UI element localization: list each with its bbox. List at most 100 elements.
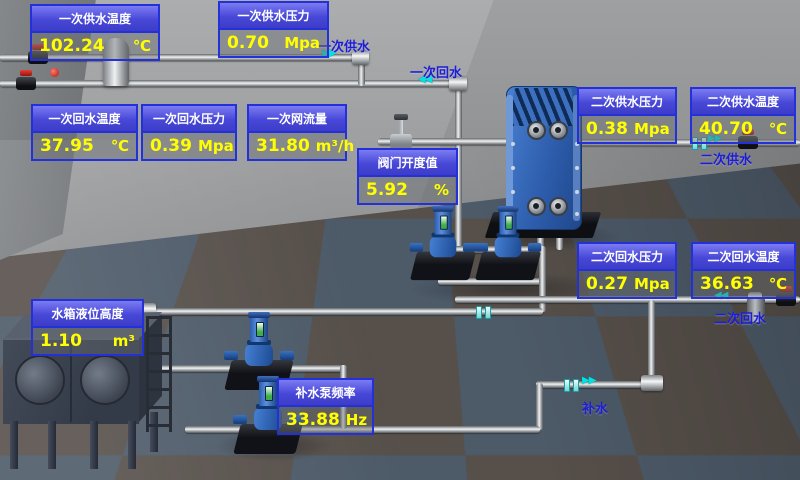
circulation-pump-2[interactable] xyxy=(479,208,538,280)
hx-port-bottom-right xyxy=(549,197,568,216)
tank-leg xyxy=(90,421,98,469)
pipe-makeup xyxy=(536,381,656,388)
pump-inlet-stub xyxy=(475,243,488,252)
pump-status-indicator xyxy=(440,216,448,230)
gauge-primary-supply-pressure: 一次供水压力 0.70 Mpa xyxy=(218,1,329,58)
pump-outlet-stub xyxy=(280,351,294,360)
gauge-value-row: 37.95 ℃ xyxy=(33,133,136,159)
gauge-value: 0.27 xyxy=(586,274,628,294)
gauge-unit: m³/h xyxy=(316,137,354,155)
gauge-value-row: 1.10 m³ xyxy=(33,328,142,354)
gauge-value: 31.80 xyxy=(256,136,310,156)
pump-motor xyxy=(259,379,277,406)
pipe-label-secondary-return: 二次回水 xyxy=(714,308,766,327)
gauge-primary-flow: 一次网流量 31.80 m³/h xyxy=(247,104,347,161)
gauge-secondary-supply-temp: 二次供水温度 40.70 ℃ xyxy=(690,87,796,144)
gauge-value-row: 0.70 Mpa xyxy=(220,30,327,56)
gauge-value-row: 31.80 m³/h xyxy=(249,133,345,159)
pump-status-indicator xyxy=(505,216,513,230)
pump-inlet-stub xyxy=(410,243,423,252)
gauge-unit: ℃ xyxy=(111,137,129,155)
gauge-value: 40.70 xyxy=(699,119,753,139)
pump-status-indicator xyxy=(265,386,273,401)
gauge-title: 二次供水温度 xyxy=(692,89,794,116)
flow-arrow-right-icon: ▶▶ xyxy=(582,376,595,386)
gauge-title: 一次供水压力 xyxy=(220,3,327,30)
coupling-icon xyxy=(476,306,491,317)
gauge-unit: ℃ xyxy=(133,37,151,55)
gauge-value-row: 40.70 ℃ xyxy=(692,116,794,142)
hx-port-top-right xyxy=(549,121,568,140)
gauge-value-row: 102.24 ℃ xyxy=(32,33,158,59)
hmi-screen: ▶▶ ◀◀ ▶▶ ◀◀ ▶▶ xyxy=(0,0,800,480)
gauge-title: 补水泵频率 xyxy=(279,380,372,407)
hx-bolts xyxy=(511,142,515,146)
gauge-value: 37.95 xyxy=(40,136,94,156)
gauge-value: 36.63 xyxy=(700,274,754,294)
pump-motor xyxy=(434,209,451,235)
pipe-label-secondary-supply: 二次供水 xyxy=(700,149,752,168)
gauge-value: 0.38 xyxy=(586,119,628,139)
gauge-valve-opening: 阀门开度值 5.92 % xyxy=(357,148,458,205)
gauge-title: 一次网流量 xyxy=(249,106,345,133)
gauge-value-row: 36.63 ℃ xyxy=(693,271,794,297)
gauge-value-row: 5.92 % xyxy=(359,177,456,203)
gauge-title: 二次供水压力 xyxy=(579,89,675,116)
pipe-makeup-drop xyxy=(536,383,543,430)
gauge-unit: Mpa xyxy=(634,120,670,138)
pump-outlet-stub xyxy=(528,243,541,252)
pump-volute xyxy=(430,236,457,257)
gauge-unit: Hz xyxy=(346,411,367,429)
gauge-secondary-supply-pressure: 二次供水压力 0.38 Mpa xyxy=(577,87,677,144)
gauge-unit: Mpa xyxy=(634,275,670,293)
gauge-title: 水箱液位高度 xyxy=(33,301,142,328)
pipe-label-primary-return: 一次回水 xyxy=(410,62,462,81)
gauge-primary-supply-temp: 一次供水温度 102.24 ℃ xyxy=(30,4,160,61)
pump-volute xyxy=(245,344,273,366)
gauge-value: 102.24 xyxy=(39,36,105,56)
gauge-title: 二次回水温度 xyxy=(693,244,794,271)
gauge-value-row: 0.27 Mpa xyxy=(579,271,675,297)
gauge-tank-level: 水箱液位高度 1.10 m³ xyxy=(31,299,144,356)
pump-inlet-stub xyxy=(233,415,247,424)
gauge-secondary-return-pressure: 二次回水压力 0.27 Mpa xyxy=(577,242,677,299)
pipe-makeup-riser xyxy=(648,300,655,386)
gauge-value: 33.88 xyxy=(286,410,340,430)
gauge-title: 一次回水温度 xyxy=(33,106,136,133)
gauge-primary-return-pressure: 一次回水压力 0.39 Mpa xyxy=(141,104,237,161)
pipe-label-makeup: 补水 xyxy=(582,398,608,417)
valve-primary-return[interactable] xyxy=(16,77,36,90)
gauge-title: 阀门开度值 xyxy=(359,150,456,177)
pump-motor xyxy=(499,209,516,235)
gauge-value: 5.92 xyxy=(366,180,408,200)
tank-leg xyxy=(10,421,18,469)
tank-ladder xyxy=(146,316,172,432)
gauge-unit: m³ xyxy=(113,332,135,350)
gauge-title: 二次回水压力 xyxy=(579,244,675,271)
gauge-unit: ℃ xyxy=(769,120,787,138)
control-valve[interactable] xyxy=(390,134,412,149)
gauge-value-row: 33.88 Hz xyxy=(279,407,372,433)
gauge-unit: ℃ xyxy=(769,275,787,293)
gauge-value: 0.70 xyxy=(227,33,269,53)
gauge-value-row: 0.38 Mpa xyxy=(579,116,675,142)
hx-port-top-left xyxy=(527,121,546,140)
pump-inlet-stub xyxy=(224,351,238,360)
tank-manhole-right xyxy=(80,355,130,405)
tank-leg xyxy=(48,421,56,469)
gauge-title: 一次回水压力 xyxy=(143,106,235,133)
gauge-unit: % xyxy=(434,181,449,199)
circulation-pump-1[interactable] xyxy=(414,208,473,280)
gauge-secondary-return-temp: 二次回水温度 36.63 ℃ xyxy=(691,242,796,299)
makeup-end-sleeve xyxy=(641,375,663,391)
hx-plate-pack xyxy=(510,88,576,126)
gauge-unit: Mpa xyxy=(284,34,320,52)
gauge-unit: Mpa xyxy=(198,137,234,155)
gauge-title: 一次供水温度 xyxy=(32,6,158,33)
tank-leg xyxy=(128,421,136,469)
hx-frame-left xyxy=(506,95,513,221)
gauge-value: 0.39 xyxy=(150,136,192,156)
pump-motor xyxy=(250,315,268,342)
pressure-gauge-icon xyxy=(50,68,59,77)
gauge-value-row: 0.39 Mpa xyxy=(143,133,235,159)
